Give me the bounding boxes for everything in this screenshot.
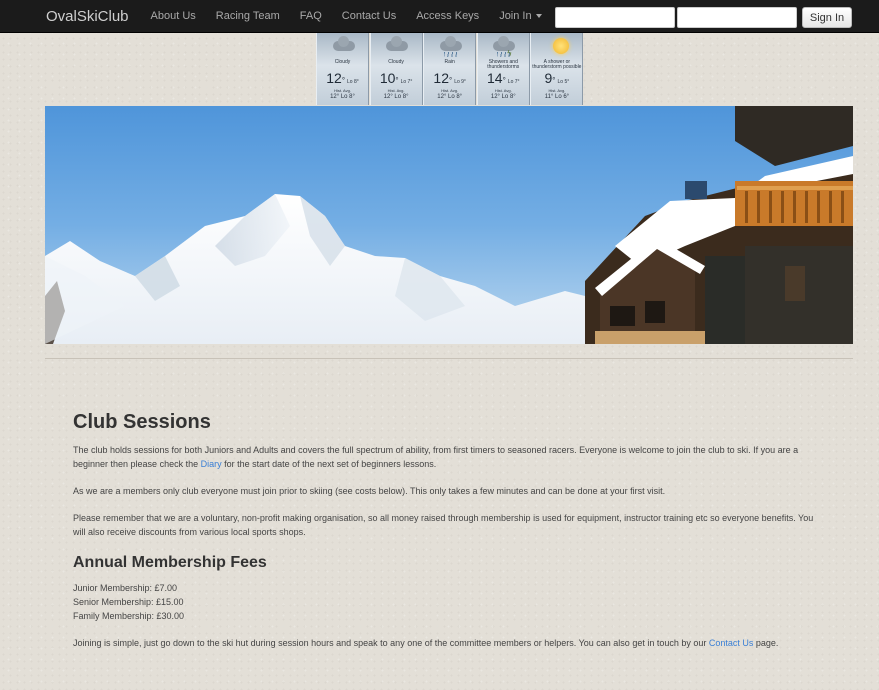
weather-avg-label: Hist. Avg. [548, 88, 566, 93]
weather-avg: 12° Lo 8° [437, 94, 463, 100]
sign-in-button[interactable]: Sign In [802, 7, 852, 28]
cloud-icon [323, 35, 363, 59]
username-input[interactable] [555, 7, 675, 28]
weather-day: A shower or thunderstorm possible 9 ° Lo 5… [530, 33, 584, 105]
weather-avg-label: Hist. Avg. [387, 88, 405, 93]
sessions-p1-text-end: for the start date of the next set of be… [221, 459, 437, 469]
rain-icon [430, 35, 470, 59]
weather-avg: 12° Lo 8° [490, 94, 516, 100]
weather-condition: Rain [444, 59, 455, 65]
joining-text-end: page. [753, 638, 779, 648]
weather-low: Lo 9° [454, 79, 466, 85]
thunderstorm-icon: ϟ [483, 35, 523, 59]
weather-day: Rain 12 ° Lo 9° Hist. Avg. 12° Lo 8° [423, 33, 477, 105]
weather-low: Lo 7° [400, 79, 413, 85]
weather-avg-label: Hist. Avg. [334, 88, 351, 93]
weather-avg: 11° Lo 6° [544, 94, 570, 100]
weather-day: Cloudy 12 ° Lo 8° Hist. Avg. 12° Lo 8° [316, 33, 369, 105]
weather-forecast-widget[interactable]: Cloudy 12 ° Lo 8° Hist. Avg. 12° Lo 8° Clo… [316, 33, 584, 105]
weather-high: 12 [326, 70, 342, 86]
weather-high: 14 [487, 70, 503, 86]
nav-racing-team[interactable]: Racing Team [216, 10, 280, 22]
sessions-paragraph-1: The club holds sessions for both Juniors… [73, 443, 818, 471]
nav-join-in-dropdown[interactable]: Join In [499, 10, 542, 22]
weather-condition: Showers and thunderstorms [487, 59, 520, 70]
snowy-mountain-chalet-illustration [45, 106, 853, 344]
weather-day: Cloudy 10 ° Lo 7° Hist. Avg. 12° Lo 8° [369, 33, 423, 105]
contact-us-link[interactable]: Contact Us [709, 638, 754, 648]
joining-text: Joining is simple, just go down to the s… [73, 638, 709, 648]
weather-high: 12 [433, 70, 449, 86]
club-sessions-heading: Club Sessions [73, 411, 211, 433]
caret-down-icon [535, 14, 542, 19]
weather-avg: 12° Lo 8° [330, 94, 355, 100]
weather-day: ϟ Showers and thunderstorms 14 ° Lo 7° His… [476, 33, 530, 105]
brand-link[interactable]: OvalSkiClub [46, 8, 129, 25]
weather-high: 9 [544, 70, 553, 86]
main-content: Club Sessions The club holds sessions fo… [73, 410, 818, 663]
nav-faq[interactable]: FAQ [300, 10, 322, 22]
nav-contact-us[interactable]: Contact Us [342, 10, 396, 22]
hero-banner-image [45, 106, 853, 344]
fees-list: Junior Membership: £7.00 Senior Membersh… [73, 581, 818, 623]
nav-access-keys[interactable]: Access Keys [416, 10, 479, 22]
weather-condition: Cloudy [388, 59, 404, 65]
sessions-paragraph-2: As we are a members only club everyone m… [73, 486, 666, 496]
weather-high: 10 [379, 70, 396, 86]
fee-item-junior: Junior Membership: £7.00 [73, 583, 178, 593]
weather-avg-label: Hist. Avg. [494, 88, 512, 93]
weather-avg-label: Hist. Avg. [441, 88, 459, 93]
cloud-icon [376, 35, 416, 59]
sessions-paragraph-3: Please remember that we are a voluntary,… [73, 513, 814, 537]
sun-icon [537, 35, 577, 59]
membership-fees-heading: Annual Membership Fees [73, 554, 267, 571]
weather-condition: A shower or thunderstorm possible [532, 59, 582, 70]
joining-paragraph: Joining is simple, just go down to the s… [73, 636, 818, 650]
fee-item-senior: Senior Membership: £15.00 [73, 597, 184, 607]
weather-condition: Cloudy [334, 59, 351, 65]
diary-link[interactable]: Diary [201, 459, 222, 469]
weather-low: Lo 5° [557, 79, 570, 85]
nav-about-us[interactable]: About Us [151, 10, 196, 22]
password-input[interactable] [677, 7, 797, 28]
fee-item-family: Family Membership: £30.00 [73, 611, 185, 621]
section-divider [45, 358, 853, 359]
join-in-label: Join In [499, 10, 532, 22]
weather-low: Lo 8° [347, 79, 359, 85]
top-navbar: OvalSkiClub About Us Racing Team FAQ Con… [0, 0, 879, 33]
weather-low: Lo 7° [507, 79, 520, 85]
weather-avg: 12° Lo 8° [383, 94, 409, 100]
